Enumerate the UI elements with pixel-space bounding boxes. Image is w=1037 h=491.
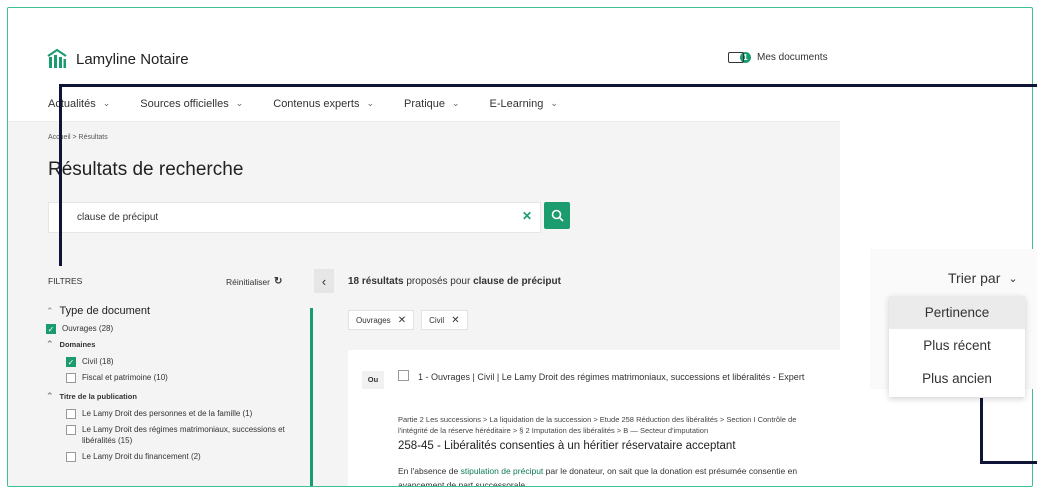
chevron-down-icon: ⌄ [366,98,375,108]
lamyline-logo-icon [47,48,67,68]
document-type-badge: Ou [362,371,384,389]
folder-icon [728,52,744,63]
filter-group-domaines[interactable]: ⌃ Domaines [46,339,308,350]
filter-chip-civil[interactable]: Civil ✕ [421,310,468,330]
nav-label: Actualités [48,97,96,110]
annotation-line [980,461,1037,464]
reset-label: Réinitialiser [226,276,270,287]
annotation-line [59,84,1037,87]
filter-group-label: Type de document [59,305,151,317]
header: Lamyline Notaire 1 Mes documents [8,8,840,78]
filters-title: FILTRES [48,276,83,286]
nav-item-e-learning[interactable]: E-Learning ⌄ [490,98,558,110]
sort-option-plus-ancien[interactable]: Plus ancien [889,362,1025,395]
active-filter-chips: Ouvrages ✕ Civil ✕ [348,310,475,330]
search-input-value: clause de préciput [77,212,159,223]
checkbox[interactable] [66,452,76,462]
nav-label: Pratique [404,97,445,110]
filter-option-label: Le Lamy Droit des personnes et de la fam… [82,409,253,418]
filter-list: ⌃ Type de document ✓ Ouvrages (28) ⌃ Dom… [46,305,308,467]
nav-item-contenus-experts[interactable]: Contenus experts ⌄ [273,98,374,110]
chip-label: Civil [429,315,445,325]
reset-filters-button[interactable]: Réinitialiser ↻ [226,276,282,287]
nav-label: E-Learning [489,97,544,110]
checkbox[interactable] [66,409,76,419]
sort-option-pertinence[interactable]: Pertinence [889,296,1025,329]
main-content: Accueil > Résultats Résultats de recherc… [8,122,840,486]
nav-item-pratique[interactable]: Pratique ⌄ [404,98,460,110]
chevron-down-icon: ⌄ [452,98,460,108]
nav-item-actualites[interactable]: Actualités ⌄ [48,98,110,110]
result-excerpt: En l'absence de stipulation de préciput … [398,464,828,486]
annotation-line [59,84,62,266]
nav-item-sources-officielles[interactable]: Sources officielles ⌄ [140,98,243,110]
sort-dropdown-toggle[interactable]: Trier par ⌄ [948,270,1018,286]
sort-menu: Pertinence Plus récent Plus ancien [889,296,1025,397]
filter-group-titre-publication[interactable]: ⌃ Titre de la publication [46,391,308,402]
annotation-line [980,398,983,464]
excerpt-text: En l'absence de [398,466,461,476]
collapse-filters-button[interactable]: ‹ [314,269,334,293]
filter-chip-ouvrages[interactable]: Ouvrages ✕ [348,310,415,330]
checkbox-checked-icon[interactable]: ✓ [66,357,76,367]
filter-group-label: Titre de la publication [59,392,137,401]
filter-option-label: Ouvrages (28) [62,324,114,333]
results-summary: 18 résultats proposés pour clause de pré… [348,276,561,287]
results-query: clause de préciput [473,276,561,287]
sort-option-plus-recent[interactable]: Plus récent [889,329,1025,362]
nav-label: Contenus experts [273,97,360,110]
results-proposed-text: proposés pour [403,276,474,287]
result-path: Partie 2 Les successions > La liquidatio… [398,415,797,435]
main-navigation: Actualités ⌄ Sources officielles ⌄ Contenu… [8,86,840,122]
app-name: Lamyline Notaire [76,50,189,68]
chip-label: Ouvrages [356,315,391,325]
chevron-up-icon: ⌃ [46,391,54,401]
chevron-left-icon: ‹ [321,273,327,289]
filter-option-label: Le Lamy Droit des régimes matrimoniaux, … [82,425,285,445]
brand-logo[interactable]: Lamyline Notaire [46,48,189,70]
filter-option-publication[interactable]: Le Lamy Droit des régimes matrimoniaux, … [46,424,308,446]
filters-scrollbar[interactable] [310,308,313,486]
filter-option-fiscal[interactable]: Fiscal et patrimoine (10) [46,372,308,383]
breadcrumb[interactable]: Accueil > Résultats [48,134,108,141]
filter-option-civil[interactable]: ✓ Civil (18) [46,356,308,367]
excerpt-highlight: stipulation de préciput [460,466,544,476]
result-heading[interactable]: 258-45 - Libéralités consenties à un hér… [398,440,736,452]
results-count: 18 résultats [348,276,404,287]
chevron-down-icon: ⌄ [550,98,558,108]
chevron-up-icon: ⌃ [46,305,54,316]
page-title: Résultats de recherche [48,159,244,180]
result-title[interactable]: 1 - Ouvrages | Civil | Le Lamy Droit des… [418,369,828,385]
chevron-down-icon: ⌄ [1008,272,1018,285]
refresh-icon: ↻ [273,276,283,287]
nav-label: Sources officielles [140,97,229,110]
checkbox[interactable] [66,425,76,435]
result-card[interactable]: Ou 1 - Ouvrages | Civil | Le Lamy Droit … [348,350,840,486]
search-button[interactable] [544,202,570,229]
checkbox[interactable] [66,373,76,383]
chevron-down-icon: ⌄ [102,98,111,108]
filter-option-ouvrages[interactable]: ✓ Ouvrages (28) [46,323,308,334]
filter-option-label: Fiscal et patrimoine (10) [82,373,168,382]
clear-search-icon[interactable]: ✕ [522,209,532,223]
filter-option-label: Le Lamy Droit du financement (2) [82,452,201,461]
filter-option-label: Civil (18) [82,357,114,366]
my-documents-button[interactable]: 1 Mes documents [728,52,828,63]
my-documents-label: Mes documents [757,52,828,63]
sort-label: Trier par [948,270,1001,286]
checkbox-checked-icon[interactable]: ✓ [46,324,56,334]
search-icon [551,209,564,222]
chevron-up-icon: ⌃ [46,339,54,349]
filter-option-publication[interactable]: Le Lamy Droit des personnes et de la fam… [46,408,308,419]
search-input[interactable]: clause de préciput [48,202,541,233]
app-window: Lamyline Notaire 1 Mes documents Actuali… [7,7,1033,487]
close-icon[interactable]: ✕ [451,315,459,326]
filter-option-publication[interactable]: Le Lamy Droit du financement (2) [46,451,308,462]
chevron-down-icon: ⌄ [235,98,244,108]
filter-group-type-document[interactable]: ⌃ Type de document [46,305,308,317]
result-select-checkbox[interactable] [398,370,409,381]
close-icon[interactable]: ✕ [398,315,406,326]
filter-group-label: Domaines [59,340,96,349]
